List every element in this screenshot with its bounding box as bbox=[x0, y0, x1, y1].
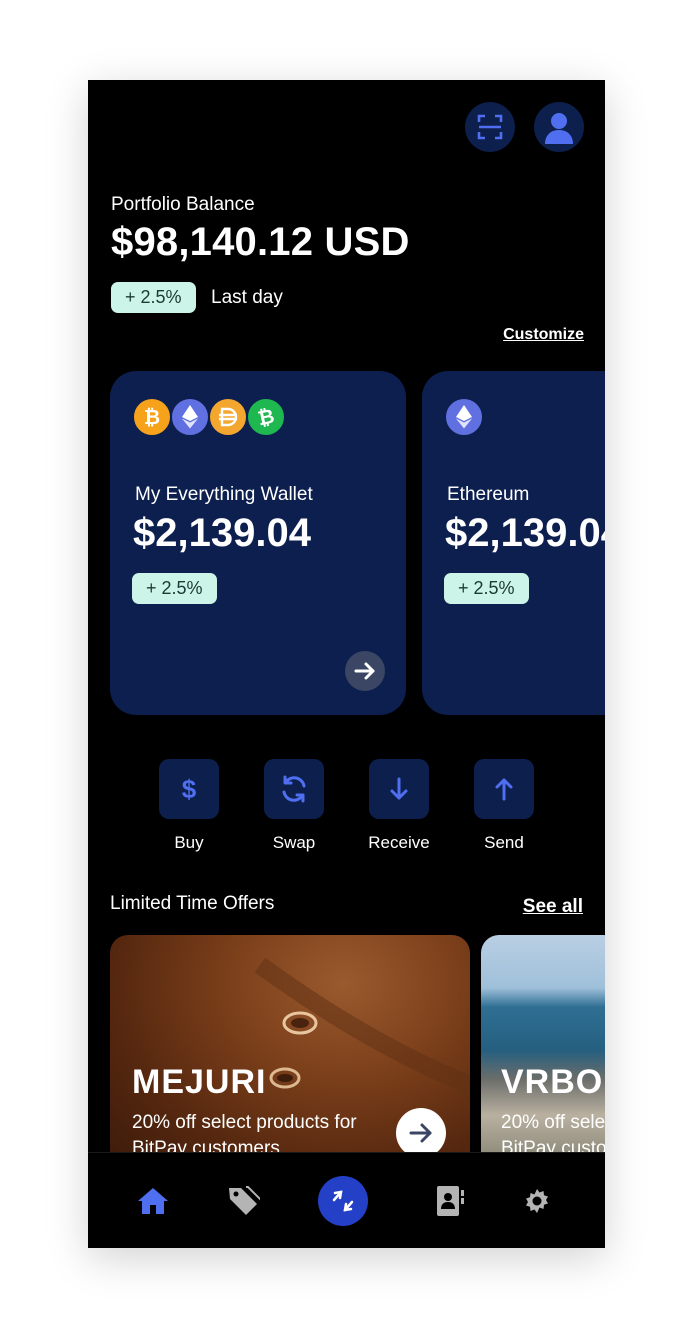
wallet-name: My Everything Wallet bbox=[135, 484, 313, 505]
buy-label: Buy bbox=[174, 833, 204, 852]
receive-button[interactable]: Receive bbox=[359, 759, 439, 853]
dollar-icon: $ bbox=[182, 775, 197, 803]
tag-icon bbox=[229, 1186, 260, 1215]
wallet-name: Ethereum bbox=[447, 484, 530, 505]
wallet-balance: $2,139.04 bbox=[133, 511, 311, 555]
wallet-change-badge: + 2.5% bbox=[132, 573, 217, 604]
arrow-up-icon bbox=[495, 778, 513, 801]
ethereum-icon bbox=[170, 397, 210, 437]
nav-offers[interactable] bbox=[213, 1153, 273, 1248]
svg-text:₿: ₿ bbox=[144, 405, 160, 429]
buy-button[interactable]: $ Buy bbox=[149, 759, 229, 853]
ethereum-icon bbox=[444, 397, 484, 437]
offer-brand: MEJURI bbox=[132, 1063, 267, 1101]
portfolio-label: Portfolio Balance bbox=[111, 194, 255, 215]
bitcoin-cash-icon: ₿ bbox=[246, 397, 286, 437]
offer-card[interactable]: MEJURI 20% off select products for BitPa… bbox=[110, 935, 470, 1175]
transfer-icon bbox=[332, 1190, 354, 1212]
wallet-card[interactable]: Ethereum $2,139.04 + 2.5% bbox=[422, 371, 605, 715]
send-button[interactable]: Send bbox=[464, 759, 544, 853]
scan-icon bbox=[477, 114, 503, 140]
arrow-right-icon bbox=[409, 1123, 432, 1143]
home-icon bbox=[138, 1188, 168, 1214]
nav-home[interactable] bbox=[123, 1153, 183, 1248]
app-screen: Portfolio Balance $98,140.12 USD + 2.5% … bbox=[88, 80, 605, 1248]
arrow-down-icon bbox=[390, 777, 408, 800]
svg-text:₿: ₿ bbox=[256, 405, 277, 429]
contacts-icon bbox=[437, 1186, 464, 1216]
portfolio-change-badge: + 2.5% bbox=[111, 282, 196, 313]
dai-icon bbox=[208, 397, 248, 437]
bottom-navigation bbox=[88, 1152, 605, 1248]
offer-card[interactable]: VRBO 20% off select stays for BitPay cus… bbox=[481, 935, 605, 1175]
wallet-change-badge: + 2.5% bbox=[444, 573, 529, 604]
wallet-card[interactable]: ₿ ₿ My Everything Wallet $2,139.04 + 2.5… bbox=[110, 371, 406, 715]
wallet-balance: $2,139.04 bbox=[445, 511, 605, 555]
arrow-right-icon bbox=[354, 662, 375, 680]
scan-button[interactable] bbox=[465, 102, 515, 152]
svg-text:$: $ bbox=[182, 775, 197, 803]
receive-label: Receive bbox=[368, 833, 430, 852]
bitcoin-icon: ₿ bbox=[132, 397, 172, 437]
offers-title: Limited Time Offers bbox=[110, 893, 275, 914]
settings-icon bbox=[526, 1189, 548, 1213]
user-icon bbox=[545, 113, 573, 144]
wallet-open-button[interactable] bbox=[345, 651, 385, 691]
nav-settings[interactable] bbox=[507, 1153, 567, 1248]
swap-label: Swap bbox=[272, 833, 316, 852]
offer-brand: VRBO bbox=[501, 1063, 604, 1101]
nav-contacts[interactable] bbox=[420, 1153, 480, 1248]
swap-button[interactable]: Swap bbox=[254, 759, 334, 853]
customize-link[interactable]: Customize bbox=[503, 326, 584, 344]
nav-transact[interactable] bbox=[313, 1153, 373, 1248]
profile-button[interactable] bbox=[534, 102, 584, 152]
portfolio-balance: $98,140.12 USD bbox=[111, 220, 410, 264]
send-label: Send bbox=[484, 833, 524, 852]
see-all-link[interactable]: See all bbox=[523, 896, 583, 918]
swap-icon bbox=[282, 775, 306, 803]
period-label: Last day bbox=[211, 287, 283, 308]
offer-open-button[interactable] bbox=[396, 1108, 446, 1158]
